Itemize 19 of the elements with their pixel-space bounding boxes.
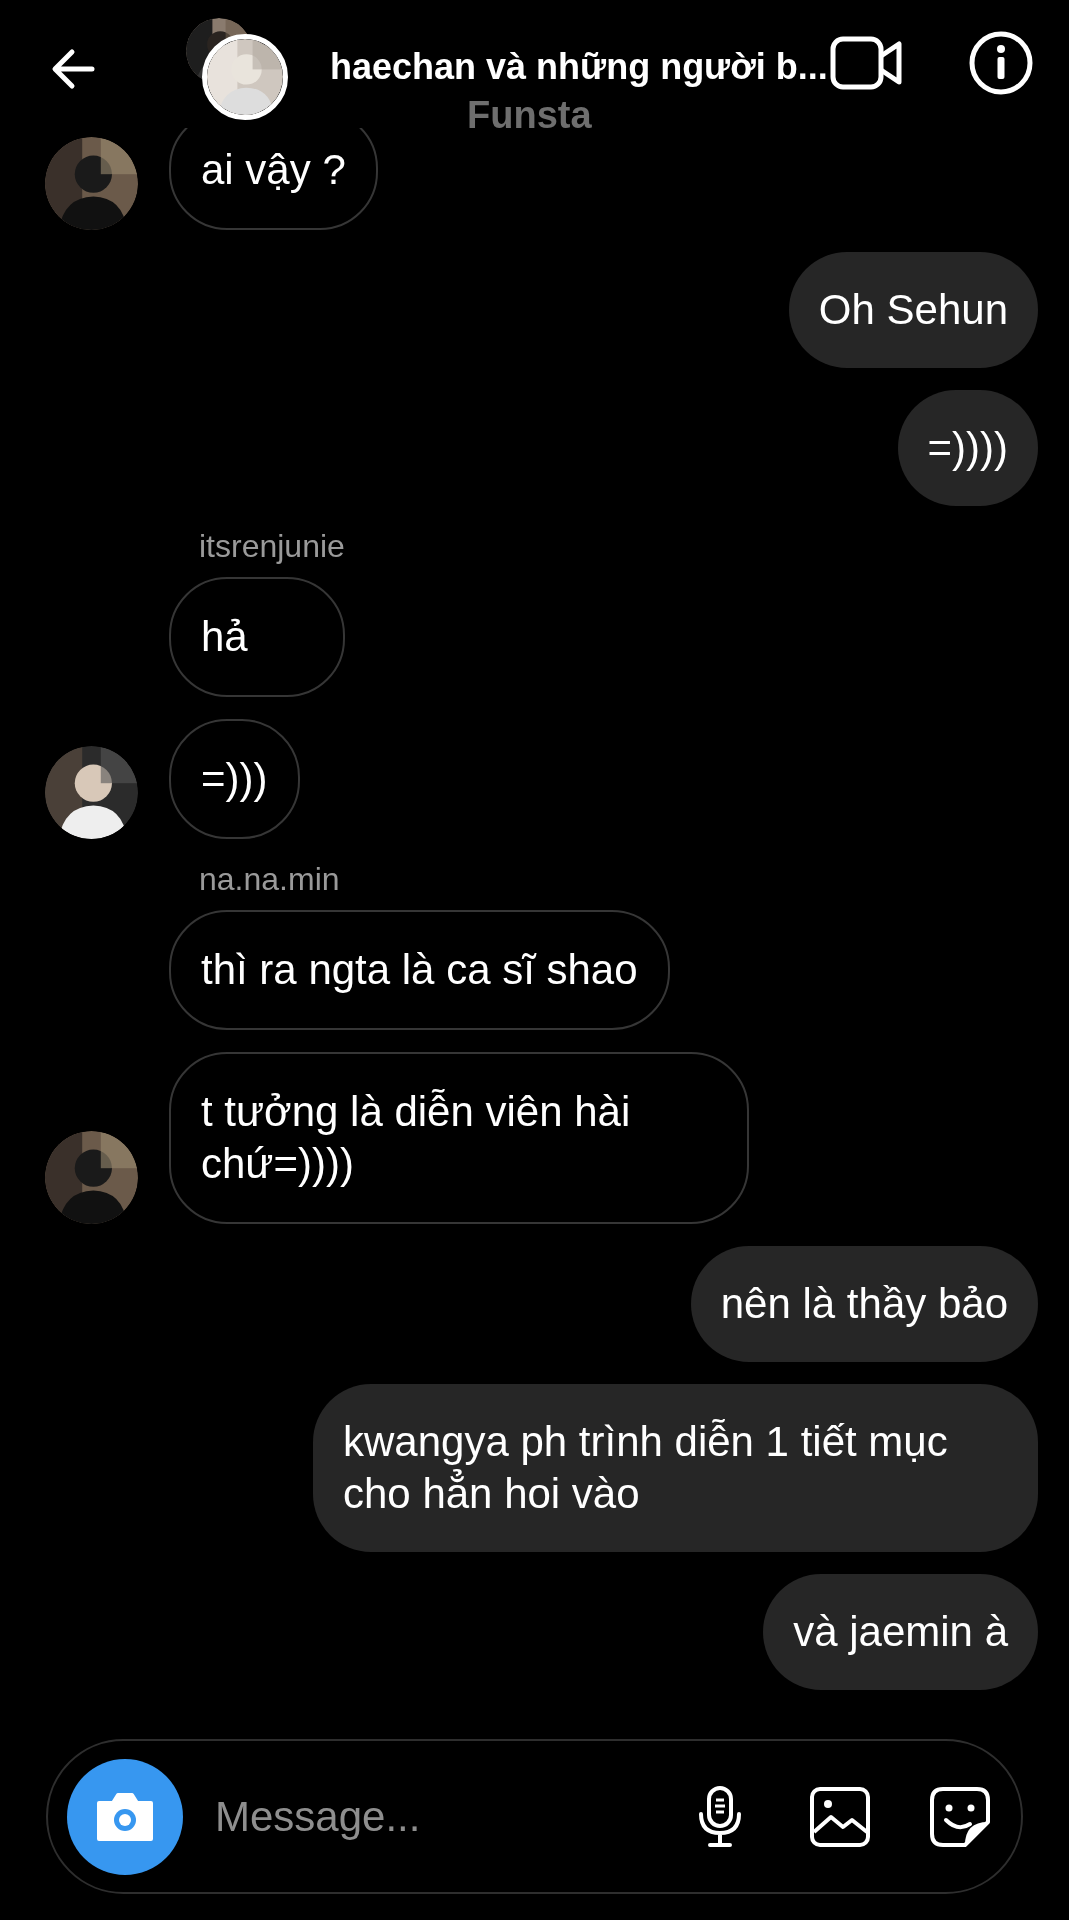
- message-bubble: =)))): [897, 390, 1038, 506]
- chat-title[interactable]: haechan và những người b...: [330, 46, 828, 88]
- message-bubble: t tưởng là diễn viên hài chứ=)))): [169, 1052, 749, 1224]
- info-icon[interactable]: [968, 30, 1034, 96]
- sticker-icon[interactable]: [929, 1785, 991, 1848]
- message-bubble: nên là thầy bảo: [690, 1246, 1038, 1362]
- camera-icon: [95, 1790, 155, 1843]
- message-bubble: và jaemin à: [763, 1574, 1038, 1690]
- video-camera-icon[interactable]: [830, 34, 904, 92]
- message-bubble: hả: [169, 577, 345, 697]
- message-bubble: kwangya ph trình diễn 1 tiết mục cho hẳn hoi vào: [313, 1384, 1038, 1552]
- sender-name: na.na.min: [198, 861, 341, 898]
- message-bubble: Oh Sehun: [788, 252, 1038, 368]
- message-input[interactable]: Message...: [213, 1791, 631, 1842]
- chat-subtitle: Funsta: [467, 94, 592, 137]
- sender-name: itsrenjunie: [198, 528, 345, 565]
- gallery-icon[interactable]: [809, 1785, 871, 1848]
- message-bubble: =))): [169, 719, 300, 839]
- message-bubble: thì ra ngta là ca sĩ shao: [169, 910, 670, 1030]
